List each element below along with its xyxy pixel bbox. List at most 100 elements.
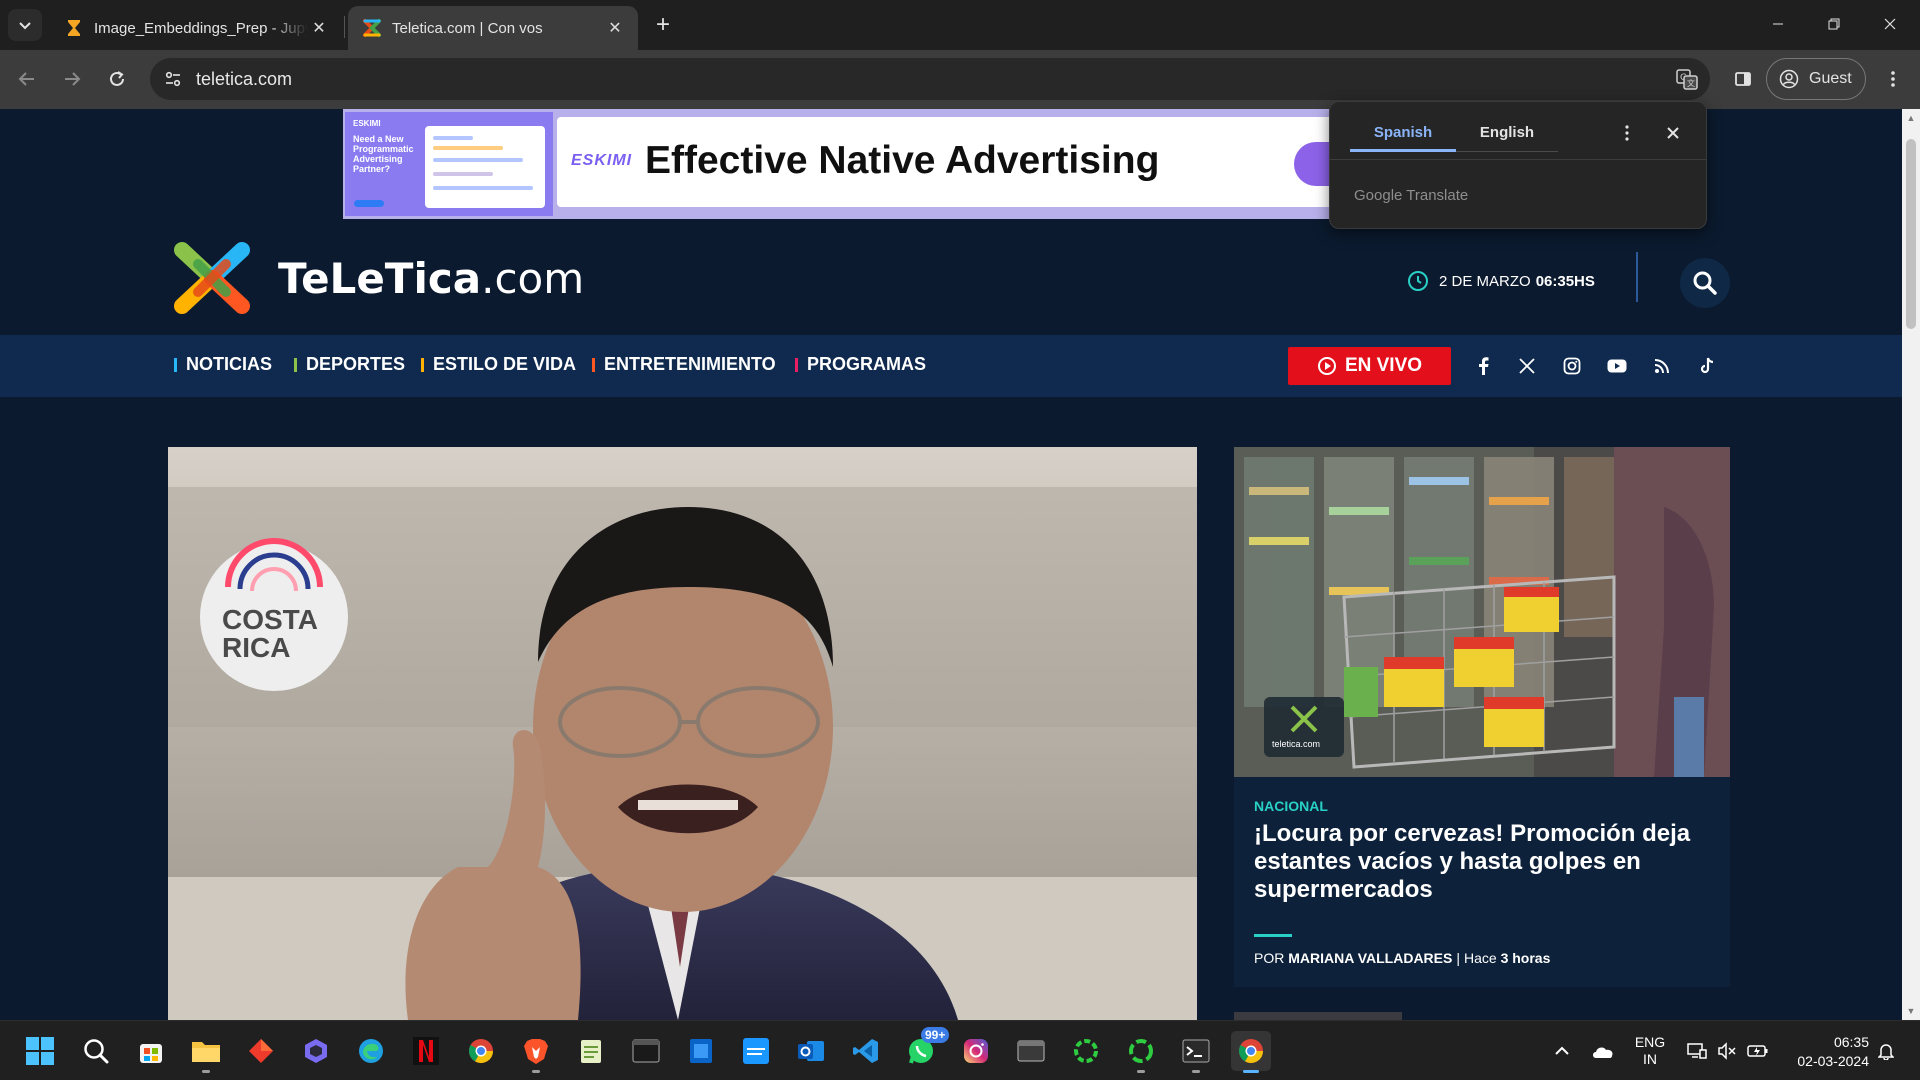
clock-date: 02-03-2024: [1797, 1053, 1869, 1069]
language-option-english[interactable]: English: [1456, 112, 1558, 152]
nav-item-entretenimiento[interactable]: ENTRETENIMIENTO: [592, 354, 776, 375]
instagram-icon[interactable]: [1559, 353, 1585, 379]
article-card-image[interactable]: teletica.com: [1234, 447, 1730, 777]
hero-article-image[interactable]: COSTA RICA: [168, 447, 1197, 1020]
ad-banner[interactable]: ESKIMI Need a New Programmatic Advertisi…: [343, 109, 1443, 219]
teletica-logo-mark[interactable]: [168, 234, 256, 322]
byline-author[interactable]: MARIANA VALLADARES: [1288, 950, 1452, 966]
current-date: 2 DE MARZO 06:35HS: [1407, 270, 1595, 292]
prime-video-icon[interactable]: [736, 1031, 776, 1071]
whatsapp-icon[interactable]: 99+: [901, 1027, 950, 1071]
vscode-icon[interactable]: [846, 1031, 886, 1071]
chrome-menu-button[interactable]: [1876, 62, 1910, 96]
web-page: ESKIMI Need a New Programmatic Advertisi…: [0, 109, 1902, 1020]
minimize-button[interactable]: [1750, 0, 1806, 48]
youtube-icon[interactable]: [1604, 353, 1630, 379]
tab-search-button[interactable]: [8, 9, 42, 41]
edge-icon[interactable]: [351, 1031, 391, 1071]
profile-button[interactable]: Guest: [1766, 58, 1866, 100]
notification-badge: 99+: [921, 1027, 950, 1043]
copilot-icon[interactable]: [296, 1031, 336, 1071]
taskbar-clock[interactable]: 06:35 02-03-2024: [1783, 1033, 1869, 1071]
live-button[interactable]: EN VIVO: [1288, 347, 1451, 385]
ring2-icon[interactable]: [1121, 1031, 1161, 1073]
tray-overflow-icon[interactable]: [1550, 1031, 1574, 1071]
start-icon[interactable]: [20, 1031, 60, 1071]
notification-bell-icon[interactable]: [1874, 1031, 1898, 1071]
translate-options-button[interactable]: [1614, 120, 1640, 146]
more-vert-icon: [1891, 71, 1895, 87]
forward-button[interactable]: [55, 62, 89, 96]
ring-icon[interactable]: [1066, 1031, 1106, 1071]
selected-language-underline: [1350, 149, 1456, 152]
reload-button[interactable]: [100, 62, 134, 96]
terminal-icon[interactable]: [626, 1031, 666, 1071]
tab-teletica[interactable]: Teletica.com | Con vos ✕: [348, 6, 638, 50]
input-language[interactable]: ENG IN: [1630, 1031, 1670, 1071]
outlook-icon[interactable]: [791, 1031, 831, 1071]
instagram-icon[interactable]: [956, 1031, 996, 1071]
nav-accent-bar: [592, 357, 595, 372]
rss-icon[interactable]: [1649, 353, 1675, 379]
window-icon[interactable]: [1011, 1031, 1051, 1071]
close-tab-icon[interactable]: ✕: [604, 17, 626, 39]
google-translate-brand: Google Translate: [1354, 187, 1469, 204]
site-info-button[interactable]: [160, 66, 186, 92]
nav-item-noticias[interactable]: NOTICIAS: [174, 354, 272, 375]
nav-item-estilo-de-vida[interactable]: ESTILO DE VIDA: [421, 354, 576, 375]
site-search-button[interactable]: [1680, 258, 1730, 308]
onedrive-icon[interactable]: [1588, 1031, 1618, 1071]
ad-main-panel: ESKIMI Effective Native Advertising: [557, 117, 1443, 207]
article-category[interactable]: NACIONAL: [1254, 798, 1328, 814]
arrow-right-icon: [65, 72, 81, 86]
new-tab-button[interactable]: +: [650, 11, 676, 38]
nav-item-deportes[interactable]: DEPORTES: [294, 354, 405, 375]
ad-small-cta: [354, 200, 384, 207]
close-icon: [1884, 18, 1896, 30]
brave-icon[interactable]: [516, 1031, 556, 1073]
terminal2-icon[interactable]: [1176, 1031, 1216, 1073]
translate-close-button[interactable]: [1660, 120, 1686, 146]
search-icon[interactable]: [76, 1031, 116, 1071]
scroll-down-arrow-icon[interactable]: ▼: [1906, 1006, 1916, 1016]
side-panel-button[interactable]: [1726, 62, 1760, 96]
search-icon: [1693, 271, 1717, 295]
store-icon[interactable]: [131, 1031, 171, 1071]
volume-muted-icon[interactable]: [1714, 1031, 1740, 1071]
next-article-thumbnail[interactable]: [1234, 1012, 1402, 1020]
language-option-spanish[interactable]: Spanish: [1350, 112, 1456, 152]
lang-line1: ENG: [1634, 1034, 1666, 1050]
chevron-down-icon: [19, 22, 31, 30]
close-tab-icon[interactable]: ✕: [308, 17, 330, 39]
article-headline[interactable]: ¡Locura por cervezas! Promoción deja est…: [1254, 820, 1714, 904]
running-indicator: [202, 1070, 210, 1073]
tiktok-icon[interactable]: [1694, 353, 1720, 379]
snip-icon[interactable]: [681, 1031, 721, 1071]
file-explorer-icon[interactable]: [186, 1031, 226, 1073]
nav-item-programas[interactable]: PROGRAMAS: [795, 354, 926, 375]
windows-taskbar: 99+ ENG IN 06:35 02-03-2024: [0, 1020, 1920, 1080]
facebook-icon[interactable]: [1470, 353, 1496, 379]
notepad-icon[interactable]: [571, 1031, 611, 1071]
active-indicator: [1243, 1070, 1259, 1073]
x-icon[interactable]: [1514, 353, 1540, 379]
chrome-icon[interactable]: [461, 1031, 501, 1071]
network-icon[interactable]: [1684, 1031, 1710, 1071]
restore-button[interactable]: [1806, 0, 1862, 48]
app-red-icon[interactable]: [241, 1031, 281, 1071]
teletica-wordmark[interactable]: TeLeTica.com: [278, 254, 584, 303]
chrome-active-icon[interactable]: [1231, 1031, 1271, 1073]
scrollbar-thumb[interactable]: [1906, 139, 1916, 329]
scroll-up-arrow-icon[interactable]: ▲: [1906, 113, 1916, 123]
tab-jupyter[interactable]: Image_Embeddings_Prep - Jupyter ✕: [50, 6, 342, 50]
article-card[interactable]: teletica.com NACIONAL ¡Locura por cervez…: [1234, 447, 1730, 987]
translate-page-button[interactable]: G 文: [1672, 65, 1702, 93]
battery-icon[interactable]: [1744, 1031, 1772, 1071]
back-button[interactable]: [10, 62, 44, 96]
netflix-icon[interactable]: [406, 1031, 446, 1071]
close-window-button[interactable]: [1862, 0, 1918, 48]
ad-headline: Effective Native Advertising: [645, 139, 1160, 182]
tab-title: Teletica.com | Con vos: [392, 19, 543, 37]
address-bar[interactable]: teletica.com G 文: [150, 58, 1710, 100]
page-scrollbar[interactable]: ▲ ▼: [1902, 109, 1920, 1020]
